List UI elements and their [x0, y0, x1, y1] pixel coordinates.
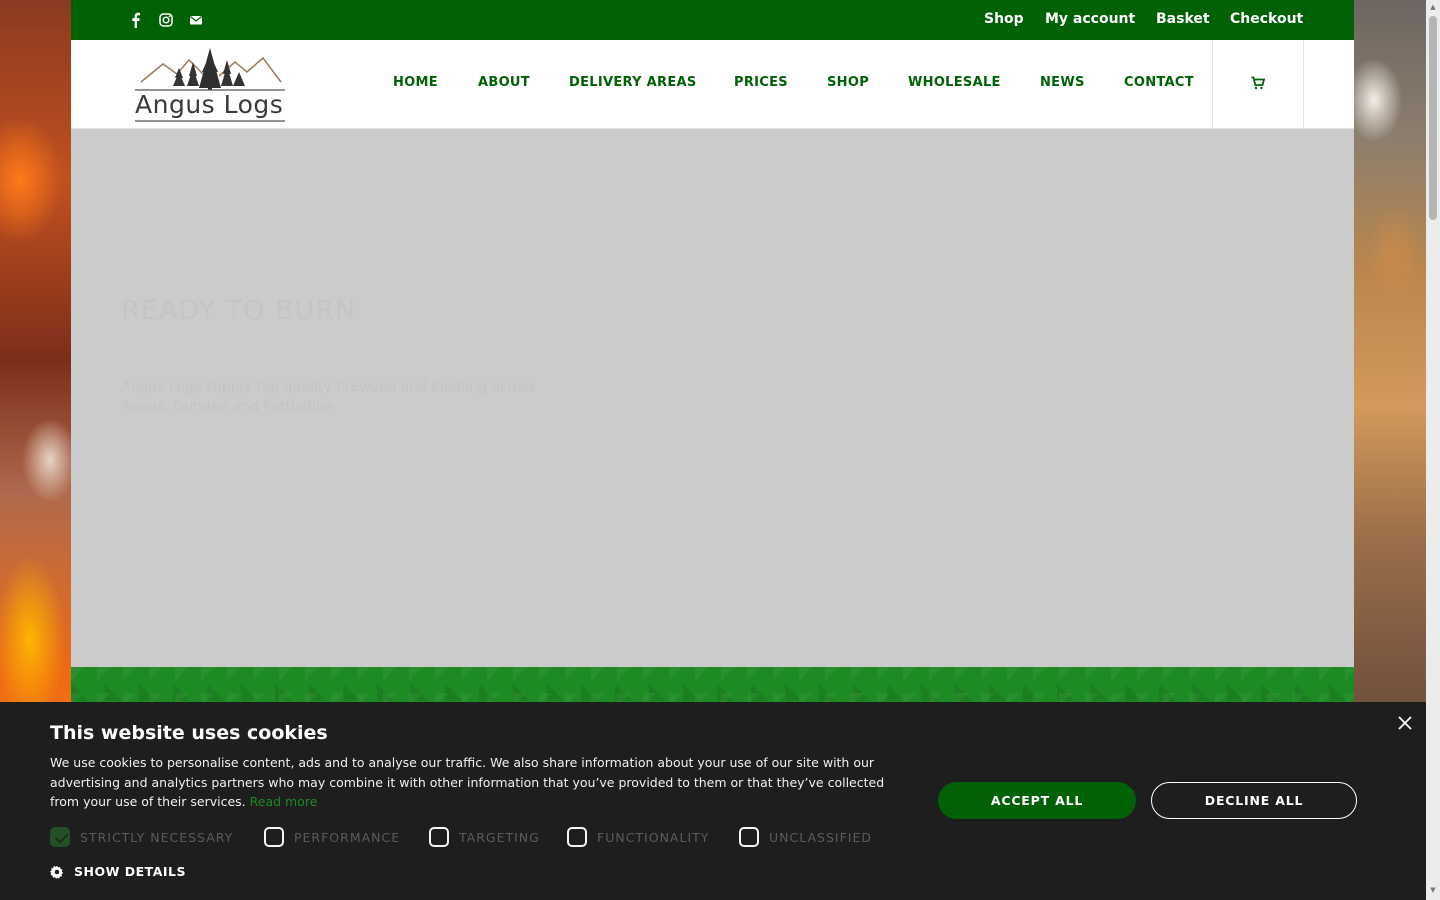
hero-title: READY TO BURN [121, 295, 357, 326]
show-details-button[interactable]: SHOW DETAILS [50, 864, 186, 879]
cookie-title: This website uses cookies [50, 722, 328, 744]
scroll-up-icon[interactable]: ▲ [1428, 3, 1438, 11]
checkbox-box[interactable] [264, 827, 284, 847]
checkbox-targeting[interactable]: TARGETING [429, 824, 540, 850]
top-link-basket[interactable]: Basket [1156, 11, 1210, 27]
mail-icon[interactable] [188, 12, 204, 28]
instagram-icon[interactable] [158, 12, 174, 28]
nav-wholesale[interactable]: WHOLESALE [908, 75, 1001, 90]
cart-icon [1251, 76, 1265, 90]
logo-text[interactable]: Angus Logs [135, 90, 283, 119]
site-header: Angus Logs HOME ABOUT DELIVERY AREAS PRI… [71, 40, 1354, 129]
gear-icon [50, 865, 64, 879]
checkbox-unclassified[interactable]: UNCLASSIFIED [739, 824, 872, 850]
scrollbar-thumb[interactable] [1429, 16, 1437, 220]
nav-about[interactable]: ABOUT [478, 75, 530, 90]
checkbox-label: STRICTLY NECESSARY [80, 829, 234, 845]
nav-prices[interactable]: PRICES [734, 75, 788, 90]
top-link-checkout[interactable]: Checkout [1230, 11, 1303, 27]
checkbox-label: FUNCTIONALITY [597, 829, 710, 845]
checkbox-box[interactable] [50, 827, 70, 847]
checkbox-box[interactable] [429, 827, 449, 847]
show-details-label: SHOW DETAILS [74, 864, 186, 879]
close-icon[interactable] [1397, 715, 1413, 731]
green-feature-band [71, 667, 1354, 702]
nav-delivery-areas[interactable]: DELIVERY AREAS [569, 75, 697, 90]
checkbox-label: UNCLASSIFIED [769, 829, 872, 845]
top-bar: Shop My account Basket Checkout [71, 0, 1354, 40]
decline-all-button[interactable]: DECLINE ALL [1151, 782, 1357, 819]
top-link-my-account[interactable]: My account [1045, 11, 1135, 27]
facebook-icon[interactable] [128, 12, 144, 28]
hero-description: Angus Logs supply top quality firewood a… [121, 379, 537, 415]
cart-button[interactable] [1212, 40, 1304, 128]
checkbox-box[interactable] [739, 827, 759, 847]
nav-news[interactable]: NEWS [1040, 75, 1085, 90]
checkbox-box[interactable] [567, 827, 587, 847]
checkbox-performance[interactable]: PERFORMANCE [264, 824, 400, 850]
checkbox-strictly-necessary[interactable]: STRICTLY NECESSARY [50, 824, 233, 850]
hero-section: READY TO BURN Angus Logs supply top qual… [71, 129, 1354, 667]
cookie-banner: This website uses cookies We use cookies… [0, 702, 1426, 900]
checkbox-functionality[interactable]: FUNCTIONALITY [567, 824, 709, 850]
nav-shop[interactable]: SHOP [827, 75, 869, 90]
accept-all-button[interactable]: ACCEPT ALL [938, 782, 1136, 819]
checkbox-label: PERFORMANCE [294, 829, 401, 845]
cookie-description-text: We use cookies to personalise content, a… [50, 755, 885, 809]
top-link-shop[interactable]: Shop [984, 11, 1024, 27]
checkbox-label: TARGETING [459, 829, 540, 845]
read-more-link[interactable]: Read more [250, 794, 318, 809]
scroll-down-icon[interactable]: ▼ [1428, 886, 1438, 894]
nav-contact[interactable]: CONTACT [1124, 75, 1194, 90]
cookie-description: We use cookies to personalise content, a… [50, 753, 910, 812]
nav-home[interactable]: HOME [393, 75, 438, 90]
